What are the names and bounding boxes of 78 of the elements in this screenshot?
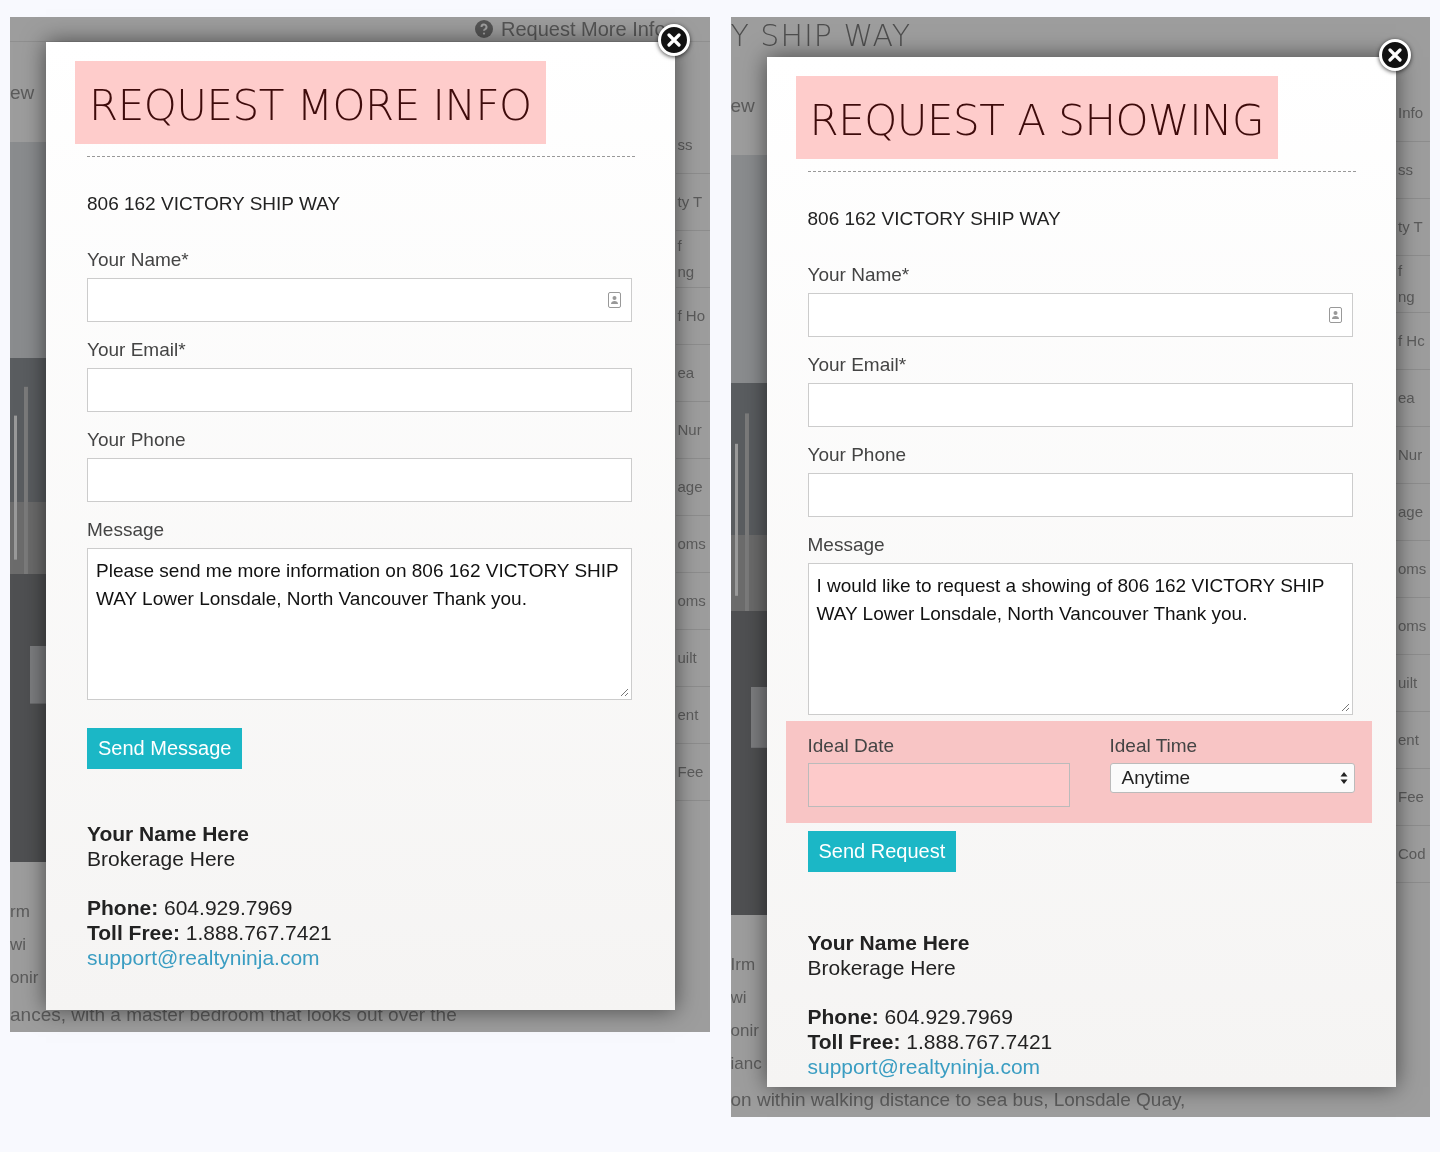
property-address: 806 162 VICTORY SHIP WAY: [807, 208, 1062, 230]
text-fragment: oms: [677, 591, 707, 611]
field-label: Your Name*: [807, 264, 911, 286]
property-address: 806 162 VICTORY SHIP WAY: [87, 193, 342, 215]
text-fragment: ianc: [730, 1054, 763, 1075]
field-label: Ideal Date: [807, 735, 896, 757]
field-label: Your Name*: [87, 249, 190, 271]
text-fragment: Fee: [1398, 787, 1425, 807]
resize-handle-icon[interactable]: [1340, 703, 1350, 712]
text-fragment: ent: [677, 705, 700, 725]
field-label: Your Phone: [87, 429, 187, 451]
email-link[interactable]: support@realtyninja.com: [87, 946, 320, 969]
text-fragment: age: [1398, 502, 1425, 522]
field-label: Message: [87, 519, 166, 541]
email-link[interactable]: support@realtyninja.com: [807, 1055, 1041, 1078]
text-fragment: oms: [1398, 616, 1428, 636]
text-fragment: ew: [10, 81, 36, 105]
text-fragment: ty T: [677, 192, 704, 212]
text-fragment: ty T: [1398, 217, 1424, 237]
date-field[interactable]: [807, 763, 1070, 807]
field-label: Your Phone: [807, 444, 908, 466]
text-fragment: ent: [1398, 730, 1420, 750]
text-fragment: ances, with a master bedroom that looks out over the: [10, 1004, 457, 1025]
text-fragment: on within walking distance to sea bus, Lonsdale Quay,: [730, 1089, 1186, 1110]
submit-button[interactable]: Send Request: [807, 831, 957, 872]
input-field[interactable]: [807, 473, 1353, 517]
text-fragment: Info: [1398, 103, 1425, 123]
text-fragment: wi: [730, 988, 748, 1009]
agent-name: Your Name Here: [87, 821, 250, 846]
toll-free-number: Toll Free: 1.888.767.7421: [807, 1029, 1054, 1054]
text-fragment: uilt: [1398, 673, 1419, 693]
text-fragment: oms: [1398, 559, 1428, 579]
text-fragment: rm: [10, 902, 31, 923]
input-field[interactable]: [87, 368, 632, 412]
text-fragment: Nur: [677, 420, 703, 440]
phone-number: Phone: 604.929.7969: [87, 895, 294, 920]
close-icon: [667, 33, 681, 47]
text-fragment: onir: [10, 968, 40, 989]
brokerage-name: Brokerage Here: [807, 955, 957, 980]
modal-title: REQUEST A SHOWING: [795, 76, 1278, 159]
submit-button[interactable]: Send Message: [87, 728, 243, 769]
toll-free-number: Toll Free: 1.888.767.7421: [87, 920, 333, 945]
message-field[interactable]: Please send me more information on 806 162 VICTORY SHIP WAY Lower Lonsdale, North Vancouver Thank you.: [87, 548, 632, 700]
input-field[interactable]: [87, 278, 632, 322]
field-label: Your Email*: [807, 354, 908, 376]
input-field[interactable]: [807, 383, 1353, 427]
text-fragment: uilt: [677, 648, 698, 668]
text-fragment: ea: [677, 363, 696, 383]
stepper-icon: [1339, 771, 1348, 785]
resize-handle-icon[interactable]: [620, 688, 629, 697]
text-fragment: oms: [677, 534, 707, 554]
text-fragment: ew: [730, 94, 756, 118]
close-icon: [1387, 48, 1402, 62]
text-fragment: Cod: [1398, 844, 1427, 864]
input-field[interactable]: [807, 293, 1353, 337]
brokerage-name: Brokerage Here: [87, 846, 237, 871]
text-fragment: Fee: [677, 762, 705, 782]
text-fragment: ng: [1398, 287, 1416, 307]
message-field[interactable]: I would like to request a showing of 806 162 VICTORY SHIP WAY Lower Lonsdale, North Vancouver Thank you.: [807, 563, 1353, 715]
text-fragment: ss: [1398, 160, 1414, 180]
page-title: Y SHIP WAY: [730, 19, 911, 53]
field-label: Ideal Time: [1109, 735, 1199, 757]
input-field[interactable]: [87, 458, 632, 502]
field-label: Your Email*: [87, 339, 187, 361]
text-fragment: ss: [677, 135, 694, 155]
text-fragment: ea: [1398, 388, 1416, 408]
text-fragment: onir: [730, 1021, 760, 1042]
agent-name: Your Name Here: [807, 930, 971, 955]
field-label: Message: [807, 534, 886, 556]
text-fragment: Irm: [730, 955, 757, 976]
text-fragment: wi: [10, 935, 28, 956]
text-fragment: Nur: [1398, 445, 1424, 465]
text-fragment: age: [677, 477, 704, 497]
modal-title: REQUEST MORE INFO: [75, 61, 546, 144]
phone-number: Phone: 604.929.7969: [807, 1004, 1014, 1029]
text-fragment: ng: [677, 262, 696, 282]
help-icon: [474, 20, 493, 38]
time-select[interactable]: Anytime: [1109, 763, 1355, 793]
